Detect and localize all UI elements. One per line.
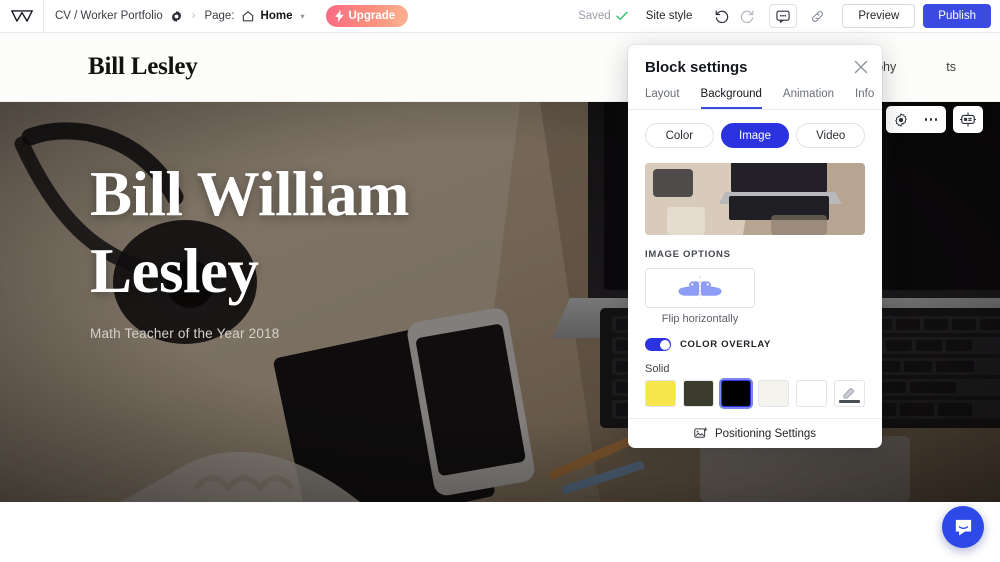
saved-label: Saved: [578, 10, 611, 22]
chat-message-icon: [776, 10, 791, 23]
add-block-icon: [960, 112, 976, 127]
swatch-white[interactable]: [796, 380, 828, 407]
site-style-button[interactable]: Site style: [646, 10, 693, 22]
zyro-crown-icon: [10, 10, 33, 22]
site-settings-gear-icon[interactable]: [170, 10, 183, 23]
flip-horizontal-duck-icon: [678, 276, 722, 300]
color-overlay-toggle[interactable]: [645, 338, 671, 351]
intercom-chat-icon: [955, 519, 971, 536]
swatch-off-white[interactable]: [758, 380, 790, 407]
swatch-dark-olive[interactable]: [682, 380, 714, 407]
publish-button[interactable]: Publish: [923, 4, 991, 28]
redo-button[interactable]: [734, 3, 760, 29]
background-image-preview: Upload Gallery: [645, 163, 865, 235]
preview-button[interactable]: Preview: [842, 4, 916, 28]
panel-header: Block settings: [628, 45, 882, 76]
undo-button[interactable]: [708, 3, 734, 29]
page-next-section: [0, 502, 1000, 562]
editor-top-bar: CV / Worker Portfolio › Page: Home ▾ Upg…: [0, 0, 1000, 33]
block-settings-panel: Block settings Layout Background Animati…: [628, 45, 882, 448]
positioning-settings-label: Positioning Settings: [714, 427, 816, 440]
panel-body: Color Image Video IMAGE OPTIONS Flip hor…: [628, 110, 882, 407]
flip-horizontally-button[interactable]: [645, 268, 755, 308]
breadcrumb: CV / Worker Portfolio › Page: Home ▾ Upg…: [44, 5, 409, 27]
hero-subtitle[interactable]: Math Teacher of the Year 2018: [90, 326, 520, 341]
upgrade-label: Upgrade: [348, 10, 396, 22]
bg-type-video-button[interactable]: Video: [796, 123, 866, 148]
tab-info[interactable]: Info: [855, 88, 874, 109]
add-block-button[interactable]: [953, 106, 983, 133]
solid-label: Solid: [645, 363, 670, 375]
hero-title[interactable]: Bill William Lesley: [90, 156, 520, 310]
swatch-yellow[interactable]: [645, 380, 676, 407]
tab-background[interactable]: Background: [700, 88, 762, 109]
color-overlay-row: COLOR OVERLAY: [645, 338, 865, 351]
editor-root: CV / Worker Portfolio › Page: Home ▾ Upg…: [0, 0, 1000, 562]
feedback-button[interactable]: [769, 4, 798, 28]
block-more-options-button[interactable]: [916, 106, 946, 133]
panel-title: Block settings: [645, 59, 748, 76]
close-icon[interactable]: [852, 58, 870, 76]
swatch-black[interactable]: [720, 380, 752, 407]
block-toolbar-group: [886, 106, 946, 133]
positioning-image-icon: [694, 427, 708, 438]
breadcrumb-site-name[interactable]: CV / Worker Portfolio: [55, 10, 163, 22]
undo-icon: [715, 10, 729, 23]
checkmark-icon: [616, 11, 628, 21]
lightning-bolt-icon: [334, 10, 344, 22]
site-logo-text[interactable]: Bill Lesley: [88, 53, 198, 81]
nav-link-truncated[interactable]: ts: [946, 60, 956, 74]
link-icon: [811, 10, 823, 22]
swatch-custom-picker[interactable]: [834, 380, 865, 407]
add-block-group: [953, 106, 983, 133]
image-options-label: IMAGE OPTIONS: [645, 249, 731, 260]
support-chat-button[interactable]: [942, 506, 984, 548]
upgrade-button[interactable]: Upgrade: [325, 5, 409, 27]
current-page-name[interactable]: Home: [261, 10, 293, 22]
tab-layout[interactable]: Layout: [645, 88, 680, 109]
block-toolbar: [886, 106, 983, 133]
page-prefix-label: Page:: [204, 10, 235, 22]
chevron-down-icon[interactable]: ▾: [300, 12, 304, 21]
saved-status: Saved: [578, 10, 628, 22]
home-icon: [242, 11, 253, 22]
hero-text-group: Bill William Lesley Math Teacher of the …: [90, 156, 520, 341]
block-settings-gear-icon: [895, 112, 907, 127]
positioning-settings-button[interactable]: Positioning Settings: [628, 418, 882, 448]
color-overlay-label: COLOR OVERLAY: [680, 339, 772, 350]
panel-tabs: Layout Background Animation Info: [628, 76, 882, 110]
flip-horizontally-label: Flip horizontally: [661, 313, 739, 325]
top-bar-actions: Saved Site style Preview Publish: [578, 3, 1000, 29]
brand-logo[interactable]: [0, 0, 44, 33]
more-options-icon: [924, 118, 938, 121]
overlay-color-swatches: [645, 380, 865, 407]
copy-link-button[interactable]: [804, 3, 830, 29]
breadcrumb-separator: ›: [191, 10, 196, 22]
background-type-selector: Color Image Video: [645, 123, 866, 148]
bg-type-color-button[interactable]: Color: [645, 123, 714, 148]
color-picker-icon: [843, 388, 855, 399]
redo-icon: [740, 10, 754, 23]
block-settings-button[interactable]: [886, 106, 916, 133]
tab-animation[interactable]: Animation: [783, 88, 834, 109]
background-preview-thumbnail: [645, 163, 865, 235]
bg-type-image-button[interactable]: Image: [720, 123, 790, 148]
